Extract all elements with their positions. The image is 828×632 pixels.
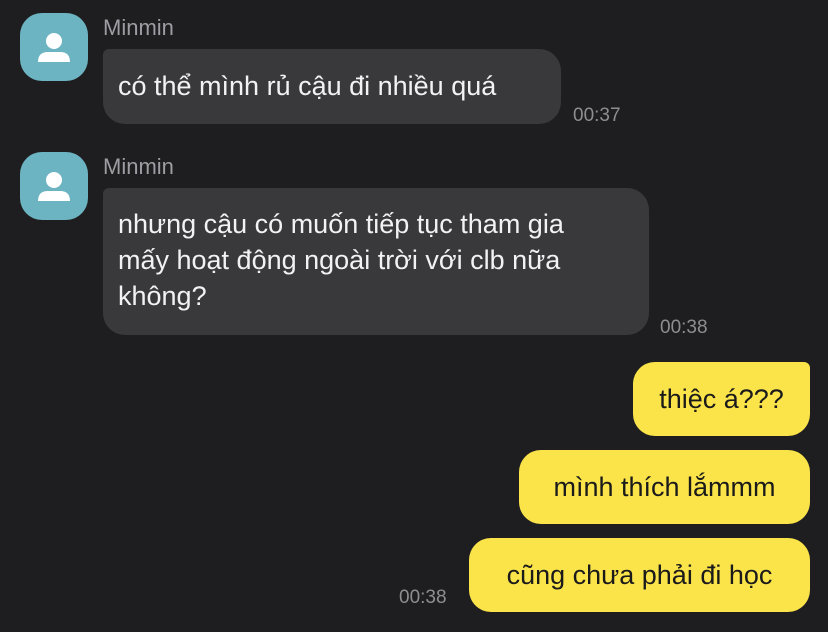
- avatar[interactable]: [20, 13, 88, 81]
- message-text: thiệc á???: [659, 384, 784, 414]
- incoming-message-bubble[interactable]: nhưng cậu có muốn tiếp tục tham gia mấy …: [103, 188, 649, 335]
- message-timestamp: 00:38: [660, 317, 708, 338]
- message-text-line: mấy hoạt động ngoài trời với clb nữa: [118, 245, 561, 275]
- message-text-line: nhưng cậu có muốn tiếp tục tham gia: [118, 209, 564, 239]
- avatar[interactable]: [20, 152, 88, 220]
- message-timestamp: 00:37: [573, 105, 621, 126]
- outgoing-message-bubble[interactable]: thiệc á???: [633, 362, 810, 436]
- sender-name[interactable]: Minmin: [103, 154, 174, 180]
- user-silhouette-icon: [38, 172, 70, 201]
- sender-name[interactable]: Minmin: [103, 15, 174, 41]
- incoming-message-bubble[interactable]: có thể mình rủ cậu đi nhiều quá: [103, 49, 561, 124]
- message-text-line: không?: [118, 281, 207, 311]
- outgoing-message-bubble[interactable]: cũng chưa phải đi học: [469, 538, 810, 612]
- message-timestamp: 00:38: [399, 587, 447, 608]
- message-text: mình thích lắmmm: [553, 472, 776, 502]
- outgoing-message-bubble[interactable]: mình thích lắmmm: [519, 450, 810, 524]
- message-text: có thể mình rủ cậu đi nhiều quá: [118, 71, 497, 101]
- user-silhouette-icon: [38, 33, 70, 62]
- message-text: cũng chưa phải đi học: [506, 560, 773, 590]
